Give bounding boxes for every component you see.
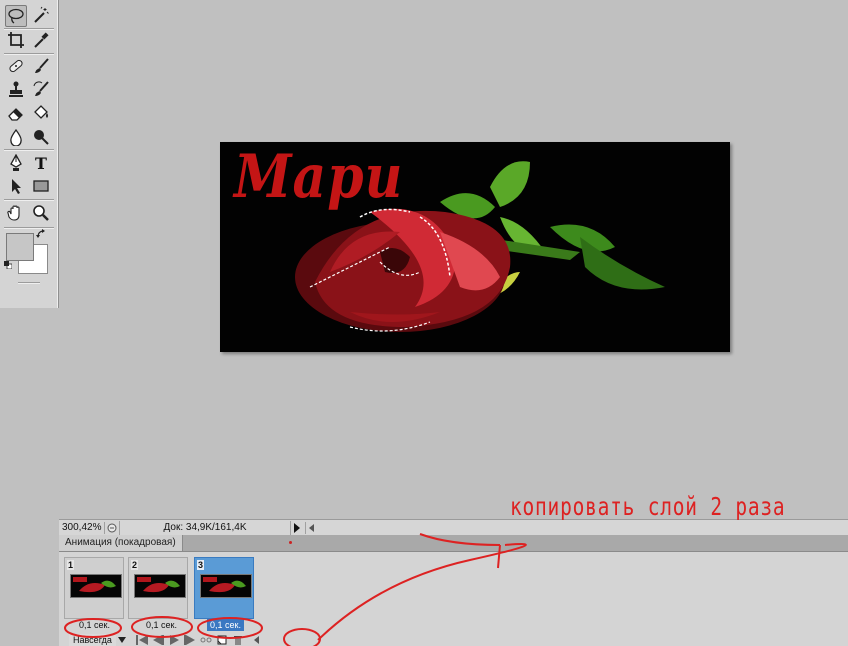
type-tool[interactable]: T: [30, 152, 52, 174]
eyedropper-tool[interactable]: [30, 29, 52, 51]
hand-tool[interactable]: [5, 202, 27, 224]
first-frame-button[interactable]: [134, 634, 150, 646]
pen-tool[interactable]: [5, 152, 27, 174]
rectangle-tool[interactable]: [30, 175, 52, 197]
animation-controls: Навсегда: [59, 633, 848, 646]
scroll-left-icon[interactable]: [253, 635, 260, 644]
bandage-icon: [9, 59, 23, 73]
tab-animation[interactable]: Анимация (покадровая): [59, 535, 183, 551]
document-info: Док: 34,9K/161,4K: [119, 520, 291, 535]
frame-delay-3[interactable]: 0,1 сек.: [207, 619, 244, 631]
animation-frame-3[interactable]: 3: [194, 557, 254, 619]
lasso-tool[interactable]: [5, 5, 27, 27]
swap-colors-icon[interactable]: [36, 229, 46, 239]
status-menu-button[interactable]: [291, 521, 303, 535]
status-bar: 300,42% Док: 34,9K/161,4K: [59, 519, 848, 535]
delete-frame-button[interactable]: [230, 634, 246, 646]
next-frame-icon: [183, 634, 195, 645]
dodge-tool[interactable]: [30, 126, 52, 148]
zoom-cycle-icon: [107, 523, 117, 532]
frame-number: 3: [197, 560, 205, 570]
loop-select[interactable]: Навсегда: [69, 633, 116, 646]
first-frame-icon: [135, 634, 148, 645]
history-brush-icon: [33, 81, 49, 96]
animation-tab-bar: Анимация (покадровая): [59, 535, 848, 552]
eraser-icon: [8, 108, 23, 121]
frame-thumbnail: [70, 574, 122, 598]
stamp-icon: [9, 81, 23, 97]
horizontal-scrollbar[interactable]: [305, 521, 848, 534]
frame-thumbnail: [200, 574, 252, 598]
play-icon: [169, 634, 179, 645]
bucket-icon: [34, 105, 48, 119]
trash-icon: [233, 635, 242, 645]
animation-frame-1[interactable]: 1: [64, 557, 124, 619]
magic-wand-icon: [34, 6, 49, 23]
frame-delay-2[interactable]: 0,1 сек.: [143, 619, 180, 631]
animation-frame-2[interactable]: 2: [128, 557, 188, 619]
path-selection-tool[interactable]: [5, 175, 27, 197]
drop-icon: [10, 128, 22, 146]
duplicate-frame-button[interactable]: [214, 634, 230, 646]
brush-tool[interactable]: [30, 55, 52, 77]
clone-stamp-tool[interactable]: [5, 78, 27, 100]
zoom-options-button[interactable]: [105, 522, 119, 534]
foreground-color-swatch[interactable]: [6, 233, 34, 261]
magnifier-icon: [33, 205, 49, 221]
tools-panel: T: [0, 0, 59, 308]
chevron-down-icon[interactable]: [117, 636, 126, 643]
play-button[interactable]: [166, 634, 182, 646]
annotation-text: копировать слой 2 раза: [510, 492, 786, 521]
eyedropper-icon: [34, 32, 49, 48]
frame-delay-1[interactable]: 0,1 сек.: [76, 619, 113, 631]
previous-frame-icon: [152, 634, 164, 645]
scroll-left-icon: [309, 523, 314, 532]
frame-number: 1: [67, 560, 75, 570]
hand-icon: [7, 205, 20, 221]
new-frame-icon: [217, 635, 227, 644]
document-canvas[interactable]: Мари: [220, 142, 730, 352]
crop-icon: [8, 32, 24, 48]
previous-frame-button[interactable]: [150, 634, 166, 646]
crop-tool[interactable]: [5, 29, 27, 51]
paint-bucket-tool[interactable]: [30, 102, 52, 124]
magic-wand-tool[interactable]: [30, 4, 52, 26]
dodge-icon: [34, 130, 49, 145]
play-arrow-icon: [294, 522, 300, 533]
tween-button[interactable]: [198, 634, 214, 646]
pen-icon: [10, 154, 22, 171]
rectangle-icon: [33, 180, 49, 192]
arrow-icon: [12, 179, 21, 194]
default-colors-icon[interactable]: [4, 261, 12, 269]
marker-dot: [289, 541, 292, 544]
healing-brush-tool[interactable]: [5, 55, 27, 77]
type-icon: T: [35, 153, 47, 173]
zoom-field[interactable]: 300,42%: [59, 521, 105, 534]
tween-icon: [200, 637, 212, 642]
frame-thumbnail: [134, 574, 186, 598]
next-frame-button[interactable]: [182, 634, 198, 646]
eraser-tool[interactable]: [5, 102, 27, 124]
frame-number: 2: [131, 560, 139, 570]
brush-icon: [35, 58, 49, 73]
lasso-icon: [8, 8, 24, 24]
history-brush-tool[interactable]: [30, 78, 52, 100]
blur-tool[interactable]: [5, 126, 27, 148]
zoom-tool[interactable]: [30, 202, 52, 224]
image-title-text: Мари: [234, 142, 404, 213]
